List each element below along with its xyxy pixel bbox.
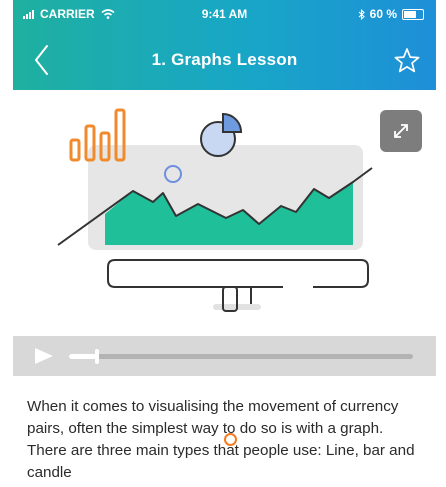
bluetooth-icon <box>358 8 365 20</box>
battery-icon <box>402 8 424 20</box>
status-bar: CARRIER 9:41 AM 60 % <box>13 0 436 28</box>
graphs-illustration <box>57 108 373 312</box>
progress-track[interactable] <box>69 349 413 364</box>
play-button[interactable] <box>33 347 55 365</box>
expand-button[interactable] <box>380 110 422 152</box>
star-icon <box>394 48 420 73</box>
scrub-handle[interactable] <box>94 349 99 364</box>
video-player-bar <box>13 336 436 376</box>
app-screen: CARRIER 9:41 AM 60 % 1. Graphs Lesson Wh… <box>13 0 436 487</box>
expand-icon <box>394 124 408 138</box>
page-title: 1. Graphs Lesson <box>151 50 298 69</box>
touch-indicator <box>224 433 237 446</box>
lesson-illustration <box>13 90 436 336</box>
nav-bar: 1. Graphs Lesson <box>13 34 436 84</box>
battery-percent: 60 % <box>369 7 397 21</box>
favorite-button[interactable] <box>390 44 424 78</box>
play-icon <box>35 348 53 364</box>
progress-fill <box>69 354 97 359</box>
header: CARRIER 9:41 AM 60 % 1. Graphs Lesson <box>13 0 436 90</box>
battery-group: 60 % <box>358 7 424 21</box>
